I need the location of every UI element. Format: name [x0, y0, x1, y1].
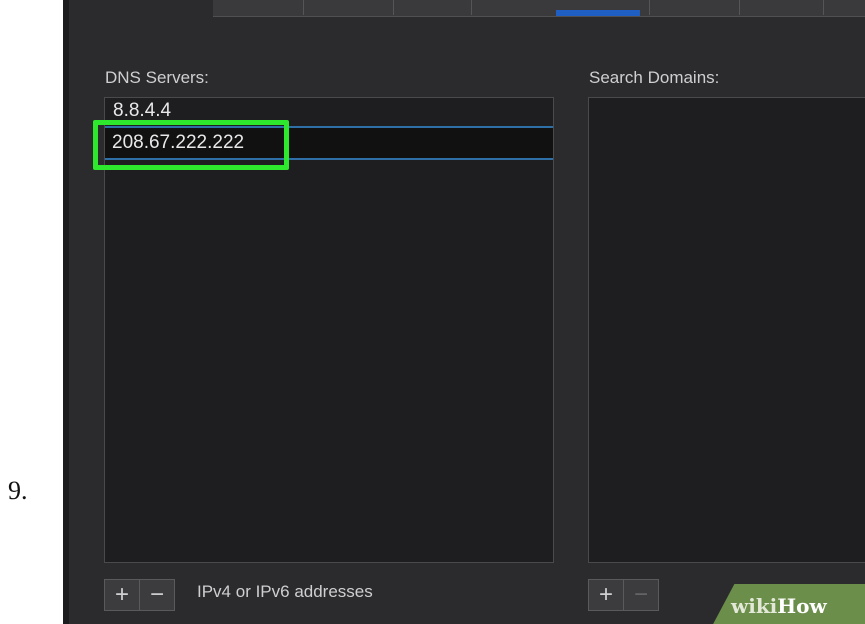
window-edge — [63, 0, 69, 624]
remove-dns-button[interactable]: − — [139, 580, 174, 610]
watermark-how: How — [777, 594, 827, 618]
dns-entry[interactable]: 8.8.4.4 — [113, 100, 171, 120]
highlight-box — [93, 120, 289, 170]
search-domains-list[interactable] — [588, 97, 865, 563]
watermark-wiki: wiki — [731, 594, 778, 618]
tab-divider — [471, 0, 472, 15]
wikihow-watermark: wikiHow — [731, 594, 827, 618]
step-number: 9. — [8, 476, 28, 505]
tab-divider — [649, 0, 650, 15]
tab-divider — [823, 0, 824, 15]
dns-servers-label: DNS Servers: — [105, 68, 209, 87]
add-search-domain-button[interactable]: + — [589, 580, 623, 610]
tab-divider — [393, 0, 394, 15]
add-dns-button[interactable]: + — [105, 580, 139, 610]
tab-divider — [303, 0, 304, 15]
dns-hint-text: IPv4 or IPv6 addresses — [197, 582, 373, 601]
remove-search-domain-button: − — [623, 580, 658, 610]
tab-divider — [739, 0, 740, 15]
search-domains-label: Search Domains: — [589, 68, 720, 87]
tab-bar — [213, 0, 865, 17]
tab-dns-selected[interactable] — [556, 10, 640, 16]
dns-add-remove-buttons: + − — [104, 579, 175, 611]
search-add-remove-buttons: + − — [588, 579, 659, 611]
network-dns-settings-screenshot: DNS Servers: 8.8.4.4 208.67.222.222 + − … — [63, 0, 865, 624]
